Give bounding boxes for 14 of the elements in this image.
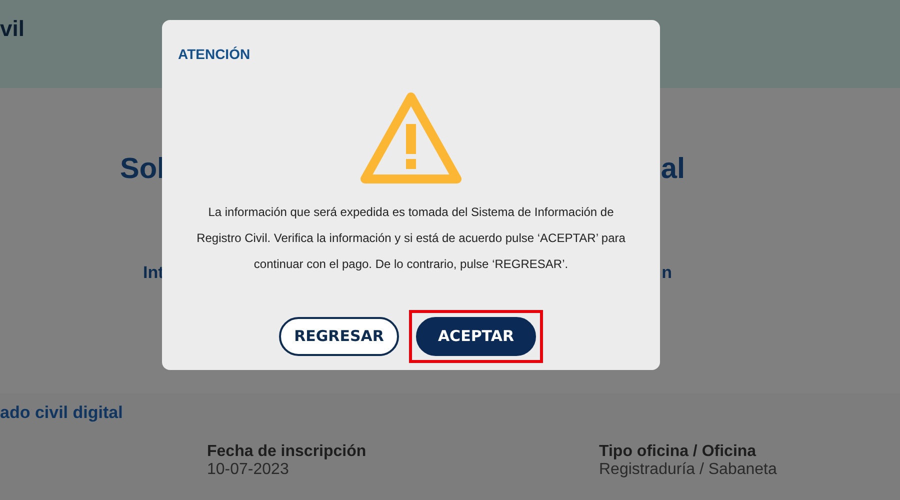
warning-icon [359,91,463,185]
back-button[interactable]: REGRESAR [279,317,399,356]
info-heading: Int [143,262,164,284]
field-value: Registraduría / Sabaneta [599,460,778,478]
page-heading: al [660,152,685,187]
header-title: vil [0,16,24,41]
accept-button[interactable]: ACEPTAR [416,317,536,356]
info-heading: n [662,262,672,284]
dialog-title: ATENCIÓN [178,45,252,64]
section-title: ado civil digital [0,402,124,424]
field-label: Tipo oficina / Oficina [599,442,758,460]
field-value: 10-07-2023 [207,460,290,478]
dialog-message: La información que será expedida es tomada del Sistema de Información de Registro Civil. Verifica la información y si está de acuerdo pulse ‘ACEPTAR’ para continuar con el pago. De lo contrario, pulse ‘REGRESAR’. [196,204,626,273]
field-label: Fecha de inscripción [207,442,368,460]
